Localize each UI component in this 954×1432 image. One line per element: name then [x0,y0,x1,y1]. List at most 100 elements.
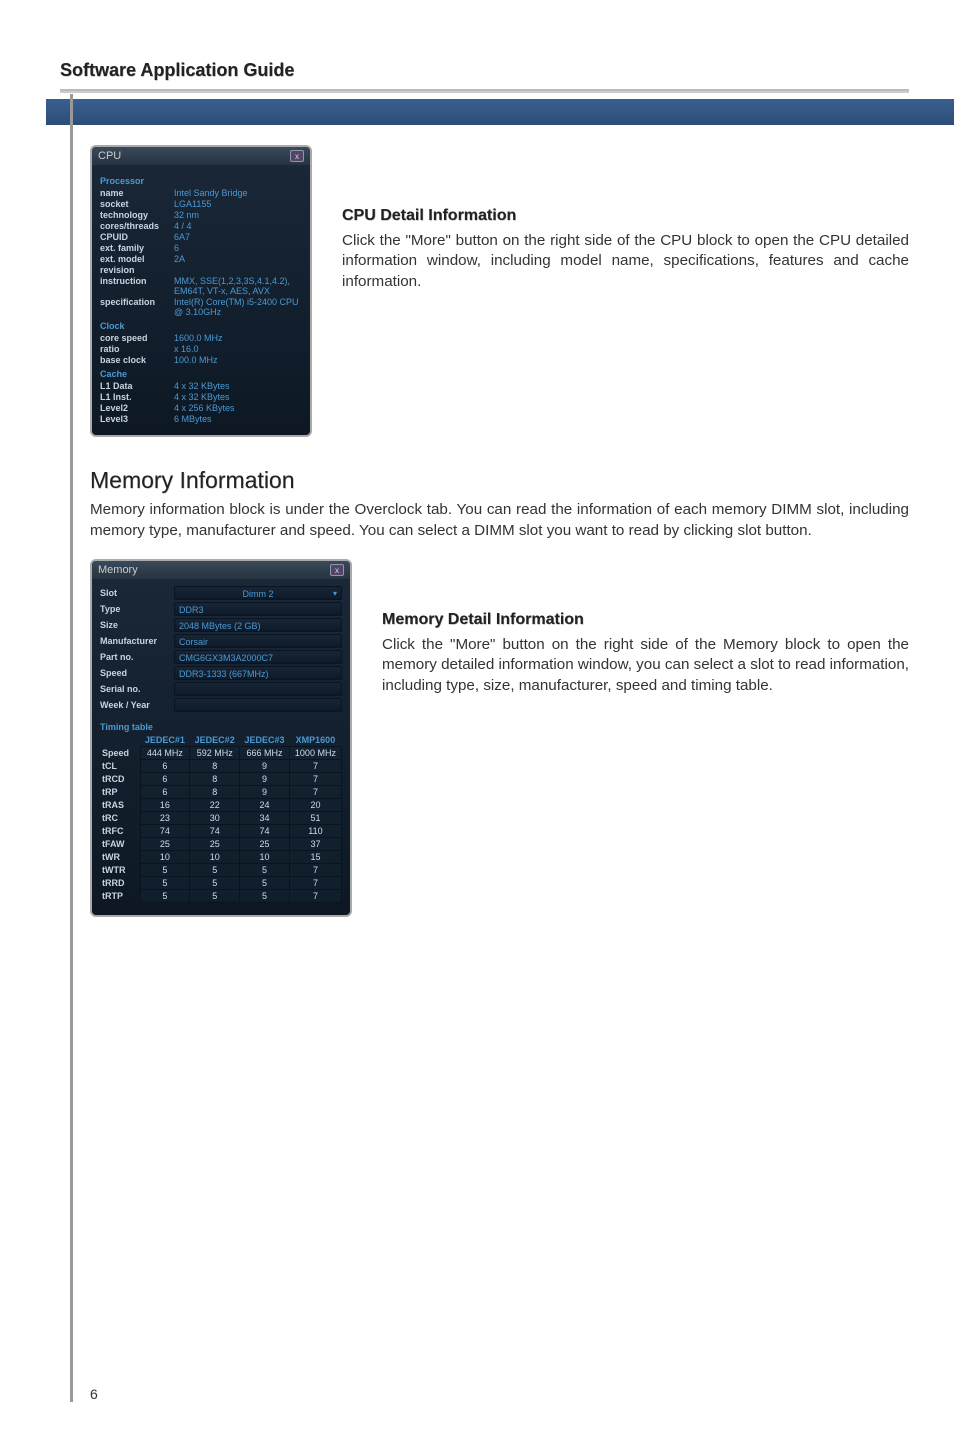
timing-cell: 25 [240,838,290,851]
timing-cell: 5 [190,877,240,890]
cpu-row-value: 6 MBytes [174,414,302,424]
cpu-row-value: 32 nm [174,210,302,220]
close-icon[interactable]: x [330,564,344,576]
cpu-row-value: x 16.0 [174,344,302,354]
timing-cell: 5 [240,864,290,877]
cpu-row-value [174,265,302,275]
timing-row: tRCD6897 [100,773,342,786]
cpu-row-key: socket [100,199,174,209]
cpu-row-key: revision [100,265,174,275]
timing-row: tRRD5557 [100,877,342,890]
timing-header [100,734,140,747]
timing-cell: 74 [240,825,290,838]
memory-panel: Memory x Slot Dimm 2 TypeDDR3Size2048 MB… [90,559,352,917]
slot-dropdown[interactable]: Dimm 2 [174,586,342,600]
timing-row: Speed444 MHz592 MHz666 MHz1000 MHz [100,747,342,760]
cpu-row: revision [100,265,302,275]
memory-row-value: DDR3-1333 (667MHz) [174,666,342,680]
timing-cell: 34 [240,812,290,825]
cpu-panel: CPU x ProcessornameIntel Sandy Bridgesoc… [90,145,312,437]
cpu-row: specificationIntel(R) Core(TM) i5-2400 C… [100,297,302,317]
timing-cell: 9 [240,786,290,799]
cpu-row-value: 6A7 [174,232,302,242]
memory-detail-body: Click the "More" button on the right sid… [382,635,909,697]
timing-row-label: tRP [100,786,140,799]
cpu-row-key: instruction [100,276,174,296]
memory-row-value: CMG6GX3M3A2000C7 [174,650,342,664]
memory-info-row: TypeDDR3 [100,602,342,616]
cpu-row: Level36 MBytes [100,414,302,424]
memory-desc: Memory information block is under the Ov… [90,500,909,541]
cpu-section-processor: Processor [100,176,302,186]
timing-row-label: tCL [100,760,140,773]
cpu-row-key: Level3 [100,414,174,424]
cpu-row-key: core speed [100,333,174,343]
cpu-row: socketLGA1155 [100,199,302,209]
cpu-row-value: 4 x 256 KBytes [174,403,302,413]
cpu-row-key: ext. family [100,243,174,253]
timing-cell: 8 [190,760,240,773]
memory-row-key: Speed [100,668,174,678]
timing-row-label: tRFC [100,825,140,838]
cpu-detail-body: Click the "More" button on the right sid… [342,231,909,293]
timing-cell: 10 [140,851,190,864]
memory-row-value: 2048 MBytes (2 GB) [174,618,342,632]
timing-table: JEDEC#1JEDEC#2JEDEC#3XMP1600 Speed444 MH… [100,734,342,903]
cpu-row: CPUID6A7 [100,232,302,242]
cpu-row-value: 2A [174,254,302,264]
cpu-row: core speed1600.0 MHz [100,333,302,343]
timing-row-label: tWTR [100,864,140,877]
timing-row-label: Speed [100,747,140,760]
timing-cell: 15 [289,851,341,864]
timing-cell: 7 [289,864,341,877]
memory-row-key: Part no. [100,652,174,662]
cpu-section-cache: Cache [100,369,302,379]
cpu-row-value: 1600.0 MHz [174,333,302,343]
page-header-title: Software Application Guide [60,60,909,81]
cpu-row-key: base clock [100,355,174,365]
timing-row: tWR10101015 [100,851,342,864]
timing-row-label: tRAS [100,799,140,812]
timing-cell: 8 [190,773,240,786]
divider [60,89,909,93]
timing-row-label: tRC [100,812,140,825]
timing-cell: 6 [140,786,190,799]
cpu-row-key: specification [100,297,174,317]
timing-cell: 5 [140,877,190,890]
timing-cell: 7 [289,760,341,773]
memory-row-key: Serial no. [100,684,174,694]
close-icon[interactable]: x [290,150,304,162]
timing-cell: 5 [140,890,190,903]
timing-cell: 37 [289,838,341,851]
timing-row: tWTR5557 [100,864,342,877]
memory-row-key: Manufacturer [100,636,174,646]
memory-info-row: Week / Year [100,698,342,712]
timing-header: JEDEC#2 [190,734,240,747]
memory-row-value: Corsair [174,634,342,648]
memory-row-key: Type [100,604,174,614]
timing-cell: 444 MHz [140,747,190,760]
timing-cell: 25 [140,838,190,851]
memory-info-row: SpeedDDR3-1333 (667MHz) [100,666,342,680]
cpu-row: ext. model2A [100,254,302,264]
memory-detail-title: Memory Detail Information [382,609,909,631]
cpu-row-value: 4 x 32 KBytes [174,381,302,391]
timing-cell: 10 [190,851,240,864]
timing-header: JEDEC#1 [140,734,190,747]
memory-row-key: Size [100,620,174,630]
memory-heading: Memory Information [90,467,909,494]
memory-title-bar: Memory x [92,561,350,580]
memory-row-key: Week / Year [100,700,174,710]
timing-cell: 9 [240,760,290,773]
timing-row-label: tFAW [100,838,140,851]
memory-info-row: Serial no. [100,682,342,696]
timing-cell: 74 [190,825,240,838]
cpu-row-value: 4 / 4 [174,221,302,231]
memory-row-value [174,682,342,696]
cpu-row: base clock100.0 MHz [100,355,302,365]
timing-cell: 9 [240,773,290,786]
timing-row: tRP6897 [100,786,342,799]
timing-cell: 7 [289,890,341,903]
timing-row: tRAS16222420 [100,799,342,812]
timing-cell: 30 [190,812,240,825]
